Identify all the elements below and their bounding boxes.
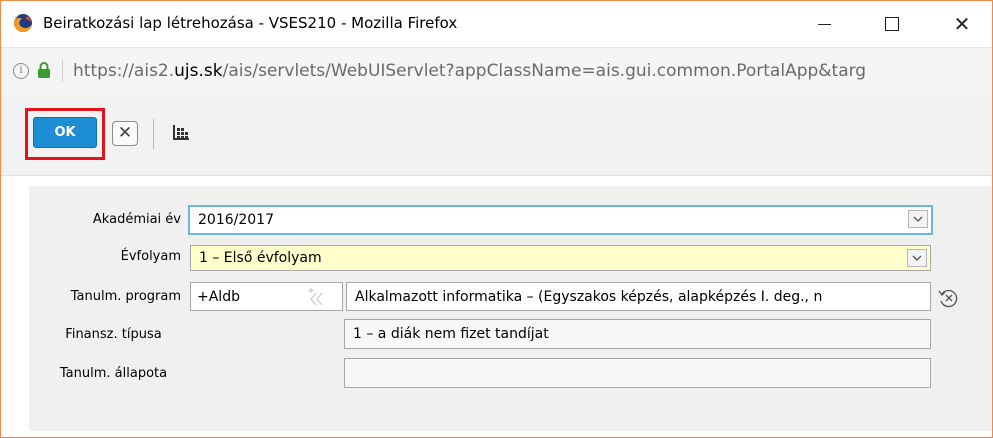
akademiai-ev-value: 2016/2017 xyxy=(198,212,274,228)
akademiai-ev-select[interactable]: 2016/2017 xyxy=(188,205,933,235)
tanulm-program-label: Tanulm. program xyxy=(70,289,181,304)
cancel-button[interactable]: ✕ xyxy=(112,121,138,146)
url-prefix: https://ais2. xyxy=(73,61,175,81)
ok-button[interactable]: OK xyxy=(33,117,97,148)
url-separator xyxy=(62,60,63,82)
minimize-icon xyxy=(817,23,831,25)
close-icon: ✕ xyxy=(953,12,971,36)
close-icon: ✕ xyxy=(117,123,133,143)
close-window-button[interactable]: ✕ xyxy=(934,1,990,47)
tanulm-program-value: Alkalmazott informatika – (Egyszakos kép… xyxy=(355,288,823,305)
firefox-icon xyxy=(14,14,32,32)
address-bar[interactable]: i https://ais2.ujs.sk/ais/servlets/WebUI… xyxy=(1,47,992,96)
finansz-tipusa-value: 1 – a diák nem fizet tandíjat xyxy=(353,326,549,342)
evfolyam-dropdown-button[interactable] xyxy=(907,249,927,267)
url-domain: ujs.sk xyxy=(174,61,223,81)
chevron-down-icon xyxy=(913,216,923,222)
dialog-toolbar: OK ✕ xyxy=(1,95,992,176)
clear-history-icon[interactable] xyxy=(936,287,962,309)
url-text[interactable]: https://ais2.ujs.sk/ais/servlets/WebUISe… xyxy=(73,61,866,81)
tanulm-program-name-field[interactable]: Alkalmazott informatika – (Egyszakos kép… xyxy=(346,282,931,311)
evfolyam-select[interactable]: 1 – Első évfolyam xyxy=(190,245,931,271)
maximize-icon xyxy=(885,17,899,31)
table-grid-icon[interactable] xyxy=(171,123,191,143)
akademiai-ev-label: Akadémiai év xyxy=(92,212,181,227)
window-title: Beiratkozási lap létrehozása - VSES210 -… xyxy=(43,14,458,32)
lock-icon[interactable] xyxy=(37,61,51,79)
finansz-tipusa-label: Finansz. típusa xyxy=(65,327,162,342)
toolbar-separator xyxy=(153,119,154,149)
tanulm-program-code-input[interactable]: +Aldb xyxy=(190,282,343,311)
title-bar: Beiratkozási lap létrehozása - VSES210 -… xyxy=(1,1,992,47)
evfolyam-label: Évfolyam xyxy=(120,249,181,264)
info-icon[interactable]: i xyxy=(13,63,29,79)
double-chevron-left-icon[interactable] xyxy=(306,287,328,307)
finansz-tipusa-field: 1 – a diák nem fizet tandíjat xyxy=(344,319,931,349)
evfolyam-value: 1 – Első évfolyam xyxy=(199,250,322,266)
akademiai-ev-dropdown-button[interactable] xyxy=(908,210,928,228)
tanulm-allapota-label: Tanulm. állapota xyxy=(59,366,168,381)
url-path: /ais/servlets/WebUIServlet?appClassName=… xyxy=(222,61,867,81)
chevron-down-icon xyxy=(912,255,922,261)
tanulm-allapota-field xyxy=(344,358,931,388)
browser-window: Beiratkozási lap létrehozása - VSES210 -… xyxy=(0,0,993,438)
tanulm-program-code: +Aldb xyxy=(197,288,240,305)
minimize-button[interactable] xyxy=(796,1,852,47)
maximize-button[interactable] xyxy=(864,1,920,47)
